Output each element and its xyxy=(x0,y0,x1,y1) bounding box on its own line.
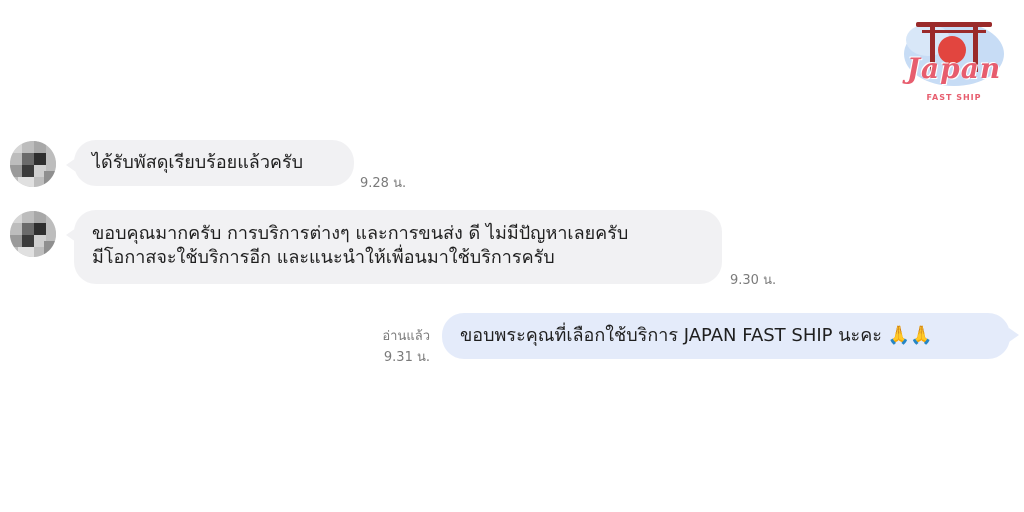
message-timestamp: 9.28 น. xyxy=(360,176,407,191)
pixelated-avatar-icon xyxy=(10,141,56,187)
message-bubble[interactable]: ได้รับพัสดุเรียบร้อยแล้วครับ xyxy=(66,140,354,186)
message-text-line: มีโอกาสจะใช้บริการอีก และแนะนำให้เพื่อนม… xyxy=(92,247,555,268)
message-text: ขอบพระคุณที่เลือกใช้บริการ JAPAN FAST SH… xyxy=(460,325,933,346)
bubble-tail xyxy=(66,228,76,242)
message-text-line: ขอบคุณมากครับ การบริการต่างๆ และการขนส่ง… xyxy=(92,223,629,244)
avatar[interactable] xyxy=(10,141,56,187)
message-text: ได้รับพัสดุเรียบร้อยแล้วครับ xyxy=(92,152,304,173)
chat-screen: Japan FAST SHIP ได้รับพัสดุเรียบร้อยแล้ว… xyxy=(0,0,1024,512)
read-receipt: อ่านแล้ว xyxy=(382,329,430,344)
message-timestamp: 9.31 น. xyxy=(383,350,430,365)
japan-fast-ship-logo: Japan FAST SHIP xyxy=(898,10,1010,110)
bubble-tail xyxy=(1009,328,1019,342)
logo-wordmark: Japan xyxy=(906,52,1002,85)
message-bubble[interactable]: ขอบคุณมากครับ การบริการต่างๆ และการขนส่ง… xyxy=(66,210,722,284)
avatar[interactable] xyxy=(10,211,56,257)
bubble-tail xyxy=(66,158,76,172)
message-bubble-outgoing[interactable]: ขอบพระคุณที่เลือกใช้บริการ JAPAN FAST SH… xyxy=(442,313,1019,359)
logo-subtitle: FAST SHIP xyxy=(926,93,982,102)
pixelated-avatar-icon xyxy=(10,211,56,257)
message-timestamp: 9.30 น. xyxy=(730,273,777,288)
